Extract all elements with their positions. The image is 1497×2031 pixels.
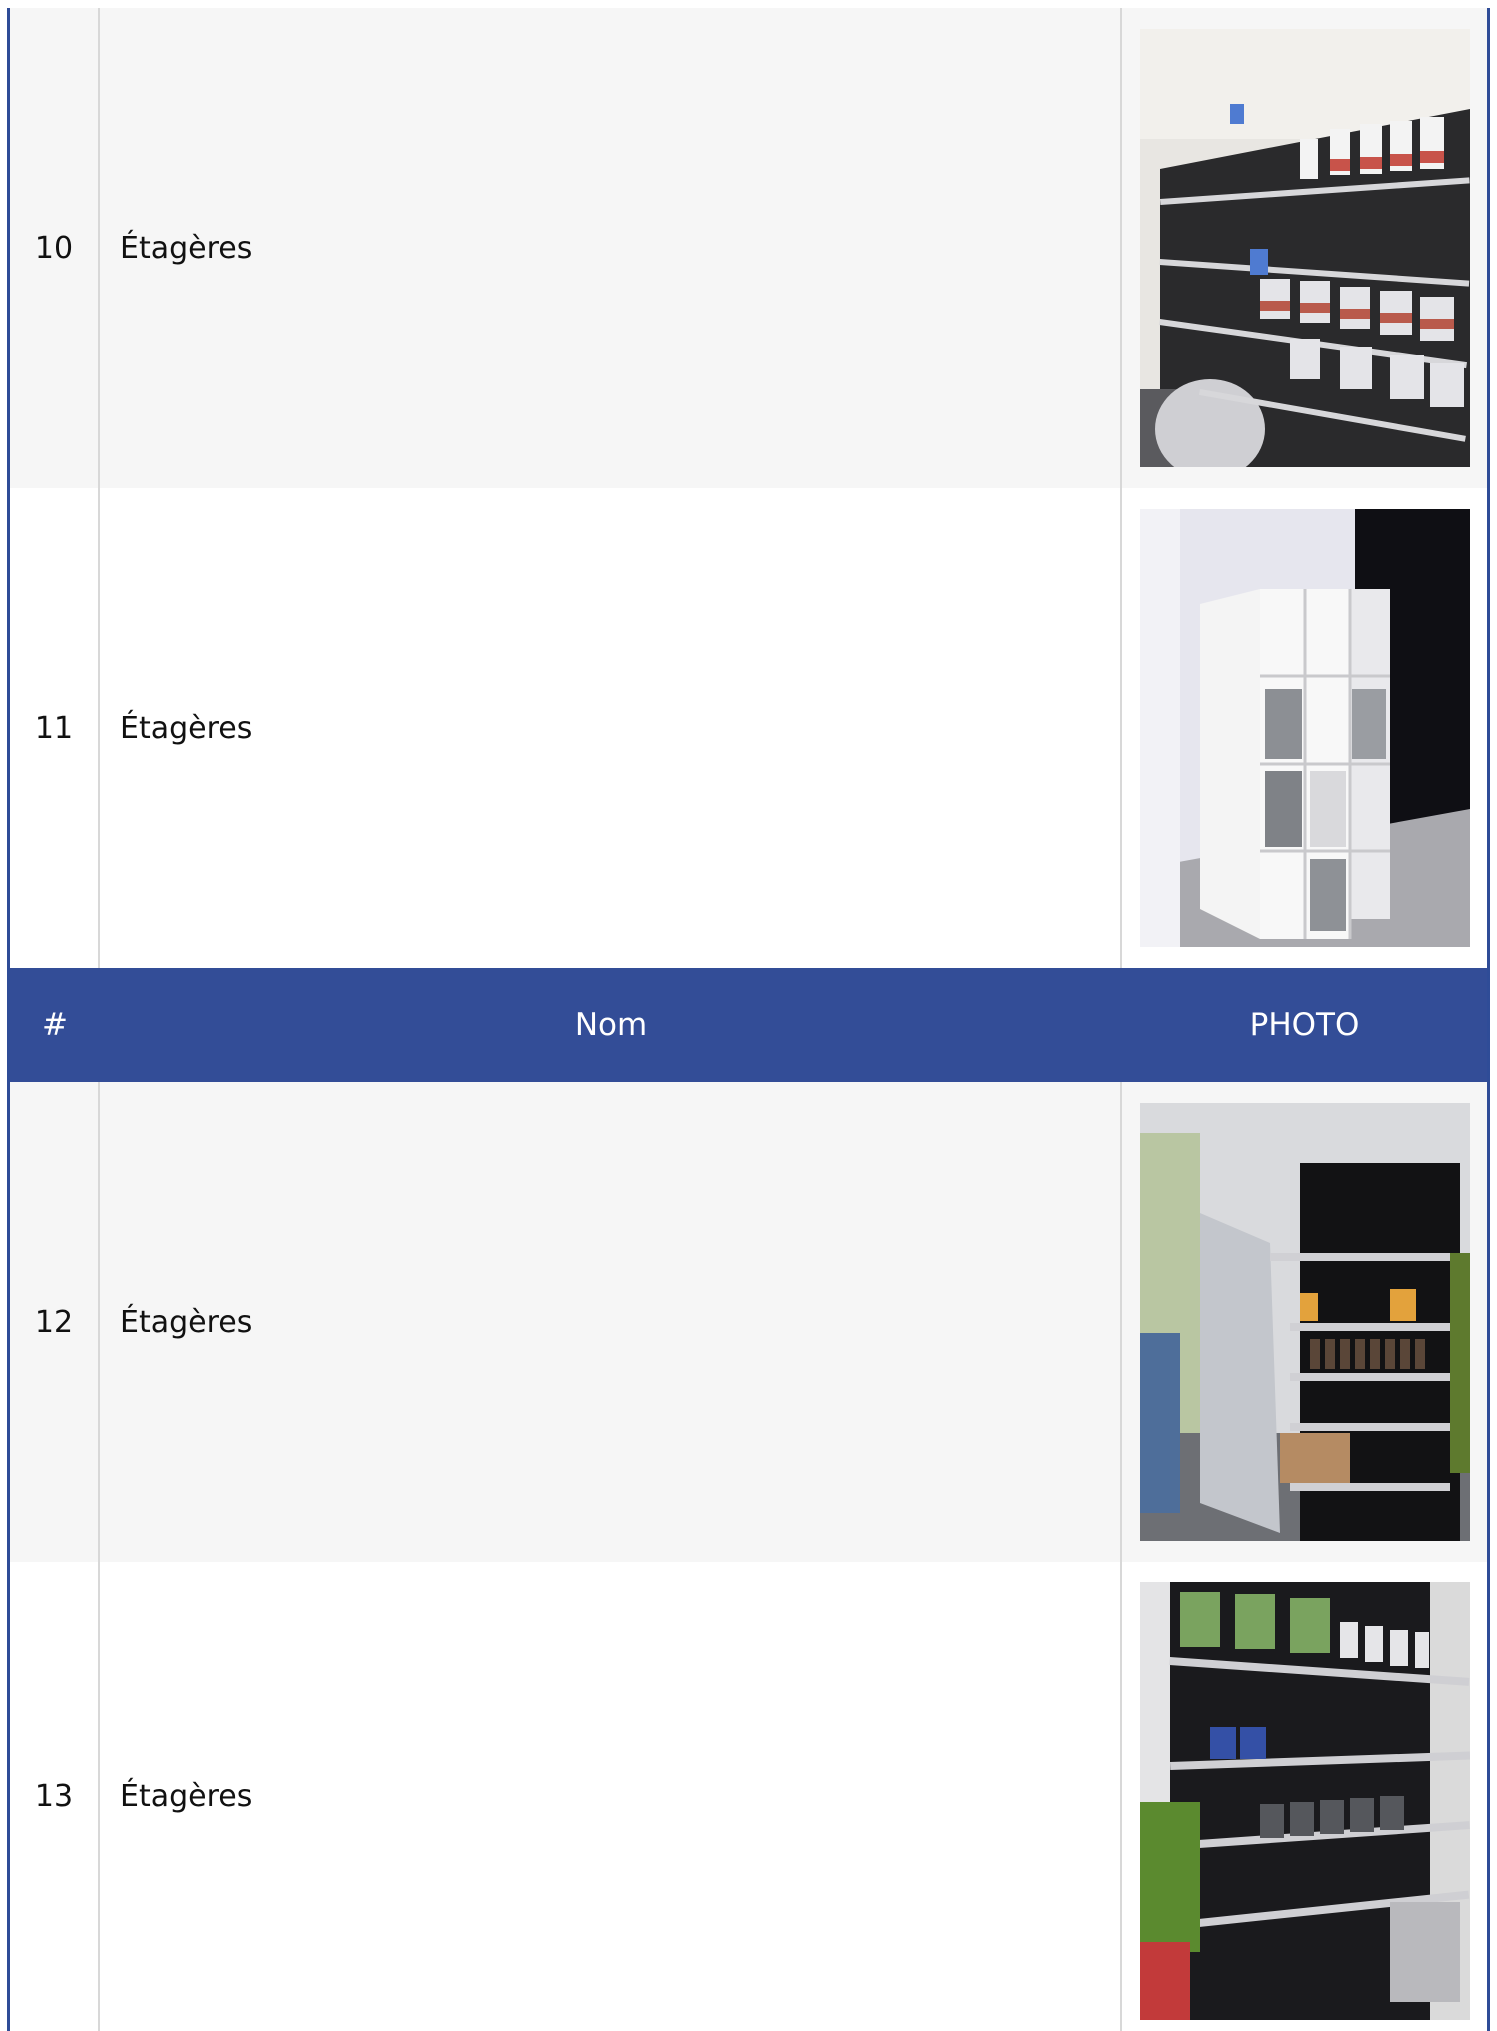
shelf-photo-icon[interactable]	[1139, 509, 1470, 947]
row-photo-cell	[1122, 1082, 1487, 1562]
row-name: Étagères	[100, 1562, 1122, 2031]
row-photo-cell	[1122, 1562, 1487, 2031]
row-photo-cell	[1122, 8, 1487, 488]
table-row: 10 Étagères	[10, 8, 1487, 488]
row-number: 10	[10, 8, 100, 488]
row-number: 13	[10, 1562, 100, 2031]
shelf-photo-icon[interactable]	[1139, 1103, 1470, 1541]
shelf-photo-icon[interactable]	[1139, 29, 1470, 467]
table-row: 12 Étagères	[10, 1082, 1487, 1562]
shelf-photo-icon[interactable]	[1139, 1582, 1470, 2020]
row-name: Étagères	[100, 488, 1122, 968]
row-name: Étagères	[100, 1082, 1122, 1562]
row-name: Étagères	[100, 8, 1122, 488]
header-name: Nom	[574, 1007, 648, 1043]
inventory-table: 10 Étagères 11 Étagères # Nom PHOTO 12 É…	[7, 8, 1490, 2031]
table-header: # Nom PHOTO	[10, 968, 1487, 1082]
table-row: 11 Étagères	[10, 488, 1487, 968]
header-photo: PHOTO	[1249, 1007, 1360, 1043]
row-number: 11	[10, 488, 100, 968]
row-number: 12	[10, 1082, 100, 1562]
header-number: #	[42, 1007, 68, 1043]
row-photo-cell	[1122, 488, 1487, 968]
table-row: 13 Étagères	[10, 1562, 1487, 2031]
